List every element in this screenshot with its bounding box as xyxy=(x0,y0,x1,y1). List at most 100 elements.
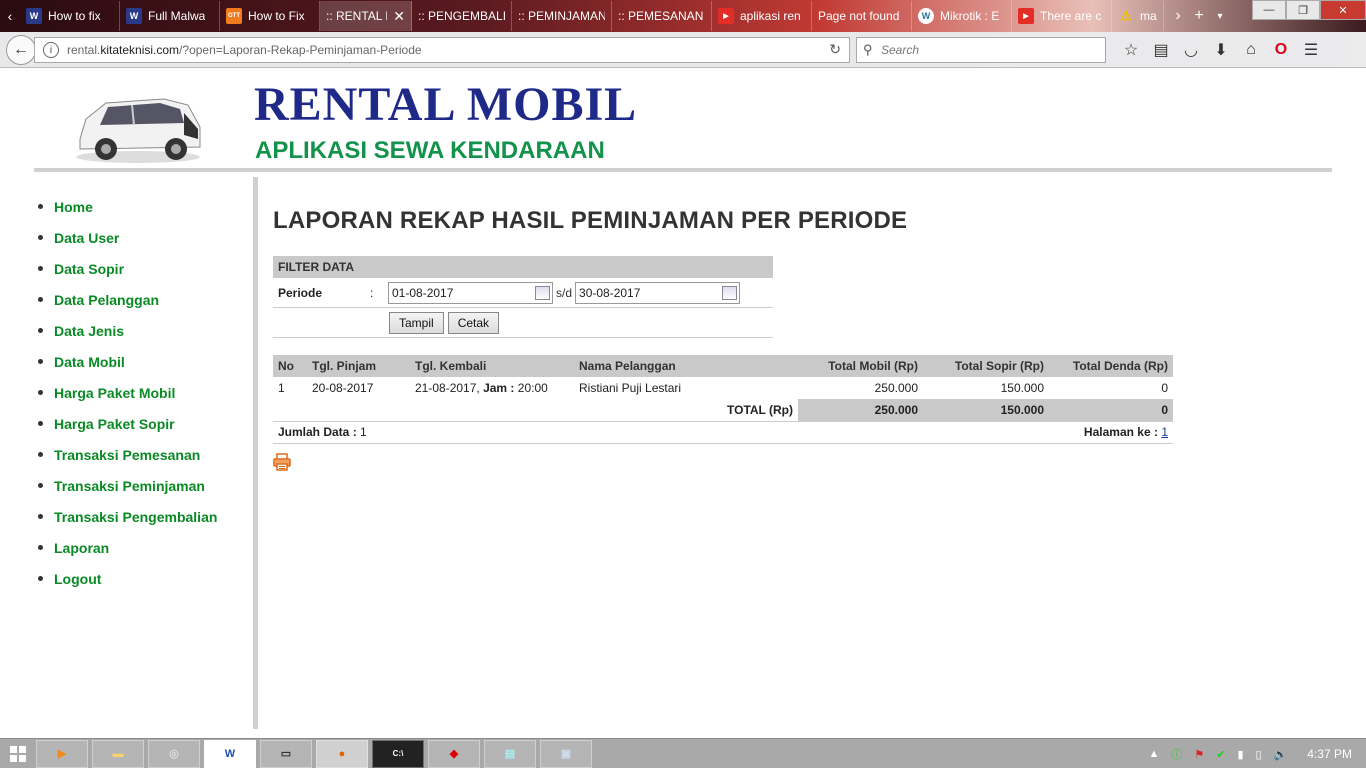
hamburger-menu-icon[interactable]: ☰ xyxy=(1296,38,1326,62)
info-tray-icon[interactable]: ⓘ xyxy=(1171,746,1182,762)
site-info-icon[interactable]: i xyxy=(43,42,59,58)
date-to-input[interactable]: 30-08-2017 xyxy=(575,281,741,304)
bookmark-star-icon[interactable]: ☆ xyxy=(1116,38,1146,62)
browser-tab[interactable]: W How to fix xyxy=(20,1,120,31)
cell-no: 1 xyxy=(278,381,285,395)
browser-tab[interactable]: :: PENGEMBALI xyxy=(412,1,512,31)
browser-tab[interactable]: W Full Malwa xyxy=(120,1,220,31)
minimize-icon[interactable]: — xyxy=(1252,0,1286,20)
date-from-value: 01-08-2017 xyxy=(392,285,454,300)
browser-tab[interactable]: ▶ There are c xyxy=(1012,1,1112,31)
sidebar-link-data-sopir[interactable]: Data Sopir xyxy=(54,261,124,277)
search-input[interactable]: ⚲ Search xyxy=(856,37,1106,63)
total-sopir: 150.000 xyxy=(923,399,1049,421)
tab-label: How to fix xyxy=(48,9,101,23)
sidebar-link-data-mobil[interactable]: Data Mobil xyxy=(54,354,125,370)
sidebar-link-harga-paket-sopir[interactable]: Harga Paket Sopir xyxy=(54,416,175,432)
main-content: LAPORAN REKAP HASIL PEMINJAMAN PER PERIO… xyxy=(273,177,1333,471)
browser-tab[interactable]: :: PEMESANAN xyxy=(612,1,712,31)
notepad-icon[interactable]: ▤ xyxy=(484,739,536,768)
period-row: Periode : 01-08-2017 s/d 30-08-2017 xyxy=(273,278,773,308)
calendar-icon[interactable] xyxy=(535,285,550,300)
url-bar[interactable]: i rental. kitateknisi.com/?open=Laporan-R… xyxy=(34,37,850,63)
browser-tab[interactable]: OTT How to Fix xyxy=(220,1,320,31)
sidebar-link-transaksi-pemesanan[interactable]: Transaksi Pemesanan xyxy=(54,447,200,463)
firefox-icon[interactable]: ● xyxy=(316,739,368,768)
cetak-button[interactable]: Cetak xyxy=(447,311,500,334)
show-hidden-icons-icon[interactable]: ▲ xyxy=(1148,748,1159,760)
clock[interactable]: 4:37 PM xyxy=(1307,747,1352,761)
cell-tgl-pinjam: 20-08-2017 xyxy=(312,381,374,395)
sidebar-link-logout[interactable]: Logout xyxy=(54,571,101,587)
restore-icon[interactable]: ❐ xyxy=(1286,0,1320,20)
browser-tab-strip: ‹ W How to fix W Full Malwa OTT How to Fix … xyxy=(0,0,1366,32)
reader-list-icon[interactable]: ▤ xyxy=(1146,38,1176,62)
tab-favicon-icon: W xyxy=(126,8,142,24)
sidebar-link-data-pelanggan[interactable]: Data Pelanggan xyxy=(54,292,159,308)
sidebar-link-transaksi-peminjaman[interactable]: Transaksi Peminjaman xyxy=(54,478,205,494)
close-tab-icon[interactable]: ✕ xyxy=(393,8,405,25)
sidebar-item-laporan: Laporan xyxy=(34,532,253,563)
date-separator: s/d xyxy=(556,285,573,300)
sidebar-item-data-user: Data User xyxy=(34,222,253,253)
page-link-1[interactable]: 1 xyxy=(1161,425,1168,439)
home-icon[interactable]: ⌂ xyxy=(1236,38,1266,62)
site-header: RENTAL MOBIL APLIKASI SEWA KENDARAAN xyxy=(34,69,1332,172)
tab-label: How to Fix xyxy=(248,9,305,23)
tab-label: mac xyxy=(1140,9,1157,23)
date-from-input[interactable]: 01-08-2017 xyxy=(388,281,553,304)
network-app-icon[interactable]: ◎ xyxy=(148,739,200,768)
col-header-nama-pelanggan: Nama Pelanggan xyxy=(574,355,798,377)
pocket-icon[interactable]: ◡ xyxy=(1176,38,1206,62)
sidebar-link-home[interactable]: Home xyxy=(54,199,93,215)
printer-icon[interactable] xyxy=(273,453,291,471)
new-tab-icon[interactable]: + xyxy=(1188,7,1210,25)
sidebar-link-data-user[interactable]: Data User xyxy=(54,230,119,246)
browser-tab[interactable]: ⚠ mac xyxy=(1112,1,1164,31)
opera-icon[interactable]: O xyxy=(1266,38,1296,62)
bullet-icon xyxy=(38,452,43,457)
date-to-value: 30-08-2017 xyxy=(579,285,641,300)
return-time: 20:00 xyxy=(517,381,548,395)
media-player-icon[interactable]: ▶ xyxy=(36,739,88,768)
tab-label: Page not found xyxy=(818,9,900,23)
window-app-icon[interactable]: ▭ xyxy=(260,739,312,768)
browser-tab-active[interactable]: :: RENTAL M ✕ xyxy=(320,1,412,31)
security-icon[interactable]: ✔ xyxy=(1216,748,1225,761)
sidebar-link-transaksi-pengembalian[interactable]: Transaksi Pengembalian xyxy=(54,509,217,525)
signal-icon[interactable]: ▮ xyxy=(1237,748,1243,761)
action-center-icon[interactable]: ⚑ xyxy=(1194,748,1204,761)
sidebar-item-logout: Logout xyxy=(34,563,253,594)
command-prompt-icon[interactable]: C:\ xyxy=(372,739,424,768)
remote-desktop-icon[interactable]: ▣ xyxy=(540,739,592,768)
col-header-tgl-kembali: Tgl. Kembali xyxy=(410,355,574,377)
sidebar-link-harga-paket-mobil[interactable]: Harga Paket Mobil xyxy=(54,385,175,401)
download-icon[interactable]: ⬇ xyxy=(1206,38,1236,62)
period-colon: : xyxy=(370,285,374,300)
browser-tab[interactable]: W Mikrotik : E xyxy=(912,1,1012,31)
bullet-icon xyxy=(38,359,43,364)
file-explorer-icon[interactable]: ▬ xyxy=(92,739,144,768)
red-diamond-app-icon[interactable]: ◆ xyxy=(428,739,480,768)
jam-label: Jam : xyxy=(483,381,515,395)
battery-icon[interactable]: ▯ xyxy=(1256,748,1262,761)
browser-tab[interactable]: ▶ aplikasi ren xyxy=(712,1,812,31)
sidebar-item-transaksi-pemesanan: Transaksi Pemesanan xyxy=(34,439,253,470)
tab-scroll-right-icon[interactable]: › xyxy=(1168,7,1188,25)
start-button[interactable] xyxy=(0,739,36,768)
tampil-button[interactable]: Tampil xyxy=(389,311,444,334)
close-window-icon[interactable]: ✕ xyxy=(1320,0,1366,20)
sidebar-link-data-jenis[interactable]: Data Jenis xyxy=(54,323,124,339)
volume-icon[interactable]: 🔈 xyxy=(1274,748,1288,761)
sidebar-link-laporan[interactable]: Laporan xyxy=(54,540,109,556)
col-header-total-sopir: Total Sopir (Rp) xyxy=(923,355,1049,377)
calendar-icon[interactable] xyxy=(722,285,738,300)
list-all-tabs-icon[interactable]: ▾ xyxy=(1210,11,1230,22)
word-icon[interactable]: W xyxy=(204,739,256,768)
tab-scroll-left-icon[interactable]: ‹ xyxy=(0,0,20,32)
filter-form: FILTER DATA Periode : 01-08-2017 s/d 30-… xyxy=(273,256,773,338)
back-button[interactable]: ← xyxy=(6,34,36,65)
browser-tab[interactable]: :: PEMINJAMAN xyxy=(512,1,612,31)
browser-tab[interactable]: Page not found xyxy=(812,1,912,31)
reload-icon[interactable]: ↻ xyxy=(829,41,841,58)
